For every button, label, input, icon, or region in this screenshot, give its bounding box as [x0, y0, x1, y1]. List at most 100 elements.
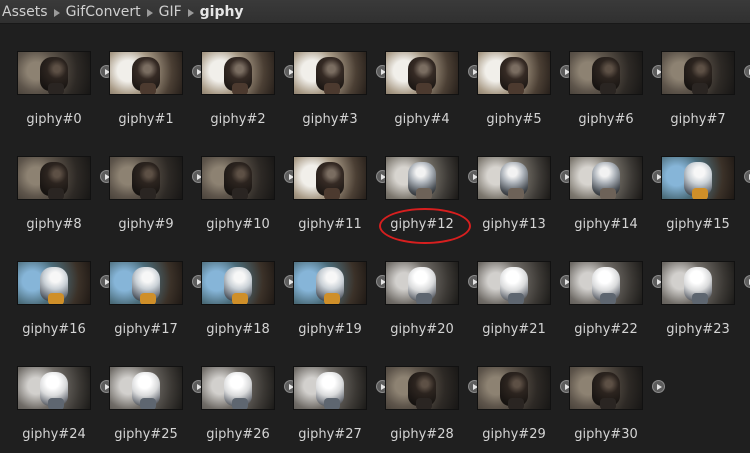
asset-item[interactable]: giphy#14	[570, 157, 665, 237]
asset-label: giphy#17	[114, 322, 178, 337]
asset-item[interactable]: giphy#9	[110, 157, 205, 237]
animation-thumbnail[interactable]	[18, 157, 90, 199]
robot-neck-image	[416, 188, 432, 199]
robot-neck-image	[600, 83, 616, 94]
robot-neck-image	[324, 293, 340, 304]
asset-label: giphy#19	[298, 322, 362, 337]
animation-thumbnail[interactable]	[570, 157, 642, 199]
asset-item[interactable]: giphy#1	[110, 52, 205, 132]
asset-label: giphy#29	[482, 427, 546, 442]
asset-item[interactable]: giphy#21	[478, 262, 573, 342]
asset-label: giphy#21	[482, 322, 546, 337]
asset-item[interactable]: giphy#20	[386, 262, 481, 342]
play-icon[interactable]	[652, 380, 665, 393]
asset-item[interactable]: giphy#11	[294, 157, 389, 237]
asset-item[interactable]: giphy#30	[570, 367, 665, 447]
asset-item[interactable]: giphy#22	[570, 262, 665, 342]
robot-neck-image	[324, 83, 340, 94]
robot-neck-image	[508, 398, 524, 409]
animation-thumbnail[interactable]	[110, 157, 182, 199]
asset-label: giphy#5	[486, 112, 542, 127]
animation-thumbnail[interactable]	[478, 157, 550, 199]
robot-neck-image	[600, 293, 616, 304]
play-icon[interactable]	[744, 170, 750, 183]
breadcrumb-assets[interactable]: Assets	[2, 4, 48, 20]
asset-item[interactable]: giphy#28	[386, 367, 481, 447]
animation-thumbnail[interactable]	[386, 367, 458, 409]
asset-label: giphy#7	[670, 112, 726, 127]
animation-thumbnail[interactable]	[570, 367, 642, 409]
asset-item[interactable]: giphy#10	[202, 157, 297, 237]
asset-item[interactable]: giphy#2	[202, 52, 297, 132]
breadcrumb: Assets GifConvert GIF giphy	[0, 0, 750, 24]
play-icon[interactable]	[744, 65, 750, 78]
animation-thumbnail[interactable]	[294, 367, 366, 409]
asset-item[interactable]: giphy#6	[570, 52, 665, 132]
asset-label: giphy#3	[302, 112, 358, 127]
animation-thumbnail[interactable]	[202, 52, 274, 94]
asset-label: giphy#14	[574, 217, 638, 232]
robot-neck-image	[48, 293, 64, 304]
animation-thumbnail[interactable]	[386, 157, 458, 199]
animation-thumbnail[interactable]	[110, 262, 182, 304]
animation-thumbnail[interactable]	[202, 262, 274, 304]
robot-neck-image	[692, 293, 708, 304]
animation-thumbnail[interactable]	[570, 52, 642, 94]
asset-item[interactable]: giphy#16	[18, 262, 113, 342]
asset-item[interactable]: giphy#27	[294, 367, 389, 447]
asset-item[interactable]: giphy#24	[18, 367, 113, 447]
asset-item[interactable]: giphy#19	[294, 262, 389, 342]
chevron-right-icon	[187, 8, 194, 17]
animation-thumbnail[interactable]	[202, 157, 274, 199]
asset-item[interactable]: giphy#12	[386, 157, 481, 237]
asset-item[interactable]: giphy#5	[478, 52, 573, 132]
animation-thumbnail[interactable]	[662, 262, 734, 304]
animation-thumbnail[interactable]	[294, 52, 366, 94]
robot-neck-image	[416, 83, 432, 94]
robot-neck-image	[324, 188, 340, 199]
asset-label: giphy#6	[578, 112, 634, 127]
animation-thumbnail[interactable]	[18, 52, 90, 94]
asset-label: giphy#28	[390, 427, 454, 442]
asset-item[interactable]: giphy#29	[478, 367, 573, 447]
animation-thumbnail[interactable]	[478, 52, 550, 94]
play-icon[interactable]	[744, 275, 750, 288]
robot-neck-image	[140, 188, 156, 199]
breadcrumb-giphy[interactable]: giphy	[200, 4, 244, 20]
breadcrumb-gifconvert[interactable]: GifConvert	[66, 4, 141, 20]
asset-item[interactable]: giphy#25	[110, 367, 205, 447]
asset-item[interactable]: giphy#8	[18, 157, 113, 237]
animation-thumbnail[interactable]	[662, 52, 734, 94]
animation-thumbnail[interactable]	[110, 367, 182, 409]
asset-label: giphy#27	[298, 427, 362, 442]
animation-thumbnail[interactable]	[18, 367, 90, 409]
asset-item[interactable]: giphy#13	[478, 157, 573, 237]
animation-thumbnail[interactable]	[110, 52, 182, 94]
animation-thumbnail[interactable]	[478, 367, 550, 409]
asset-item[interactable]: giphy#7	[662, 52, 750, 132]
asset-item[interactable]: giphy#15	[662, 157, 750, 237]
asset-label: giphy#24	[22, 427, 86, 442]
asset-item[interactable]: giphy#18	[202, 262, 297, 342]
asset-item[interactable]: giphy#17	[110, 262, 205, 342]
robot-neck-image	[48, 398, 64, 409]
animation-thumbnail[interactable]	[294, 157, 366, 199]
animation-thumbnail[interactable]	[202, 367, 274, 409]
robot-neck-image	[508, 83, 524, 94]
animation-thumbnail[interactable]	[570, 262, 642, 304]
asset-item[interactable]: giphy#4	[386, 52, 481, 132]
animation-thumbnail[interactable]	[18, 262, 90, 304]
animation-thumbnail[interactable]	[386, 52, 458, 94]
animation-thumbnail[interactable]	[662, 157, 734, 199]
asset-label: giphy#20	[390, 322, 454, 337]
breadcrumb-gif[interactable]: GIF	[159, 4, 182, 20]
asset-label: giphy#0	[26, 112, 82, 127]
asset-item[interactable]: giphy#26	[202, 367, 297, 447]
asset-item[interactable]: giphy#23	[662, 262, 750, 342]
animation-thumbnail[interactable]	[386, 262, 458, 304]
asset-item[interactable]: giphy#3	[294, 52, 389, 132]
animation-thumbnail[interactable]	[294, 262, 366, 304]
asset-item[interactable]: giphy#0	[18, 52, 113, 132]
animation-thumbnail[interactable]	[478, 262, 550, 304]
asset-label: giphy#8	[26, 217, 82, 232]
